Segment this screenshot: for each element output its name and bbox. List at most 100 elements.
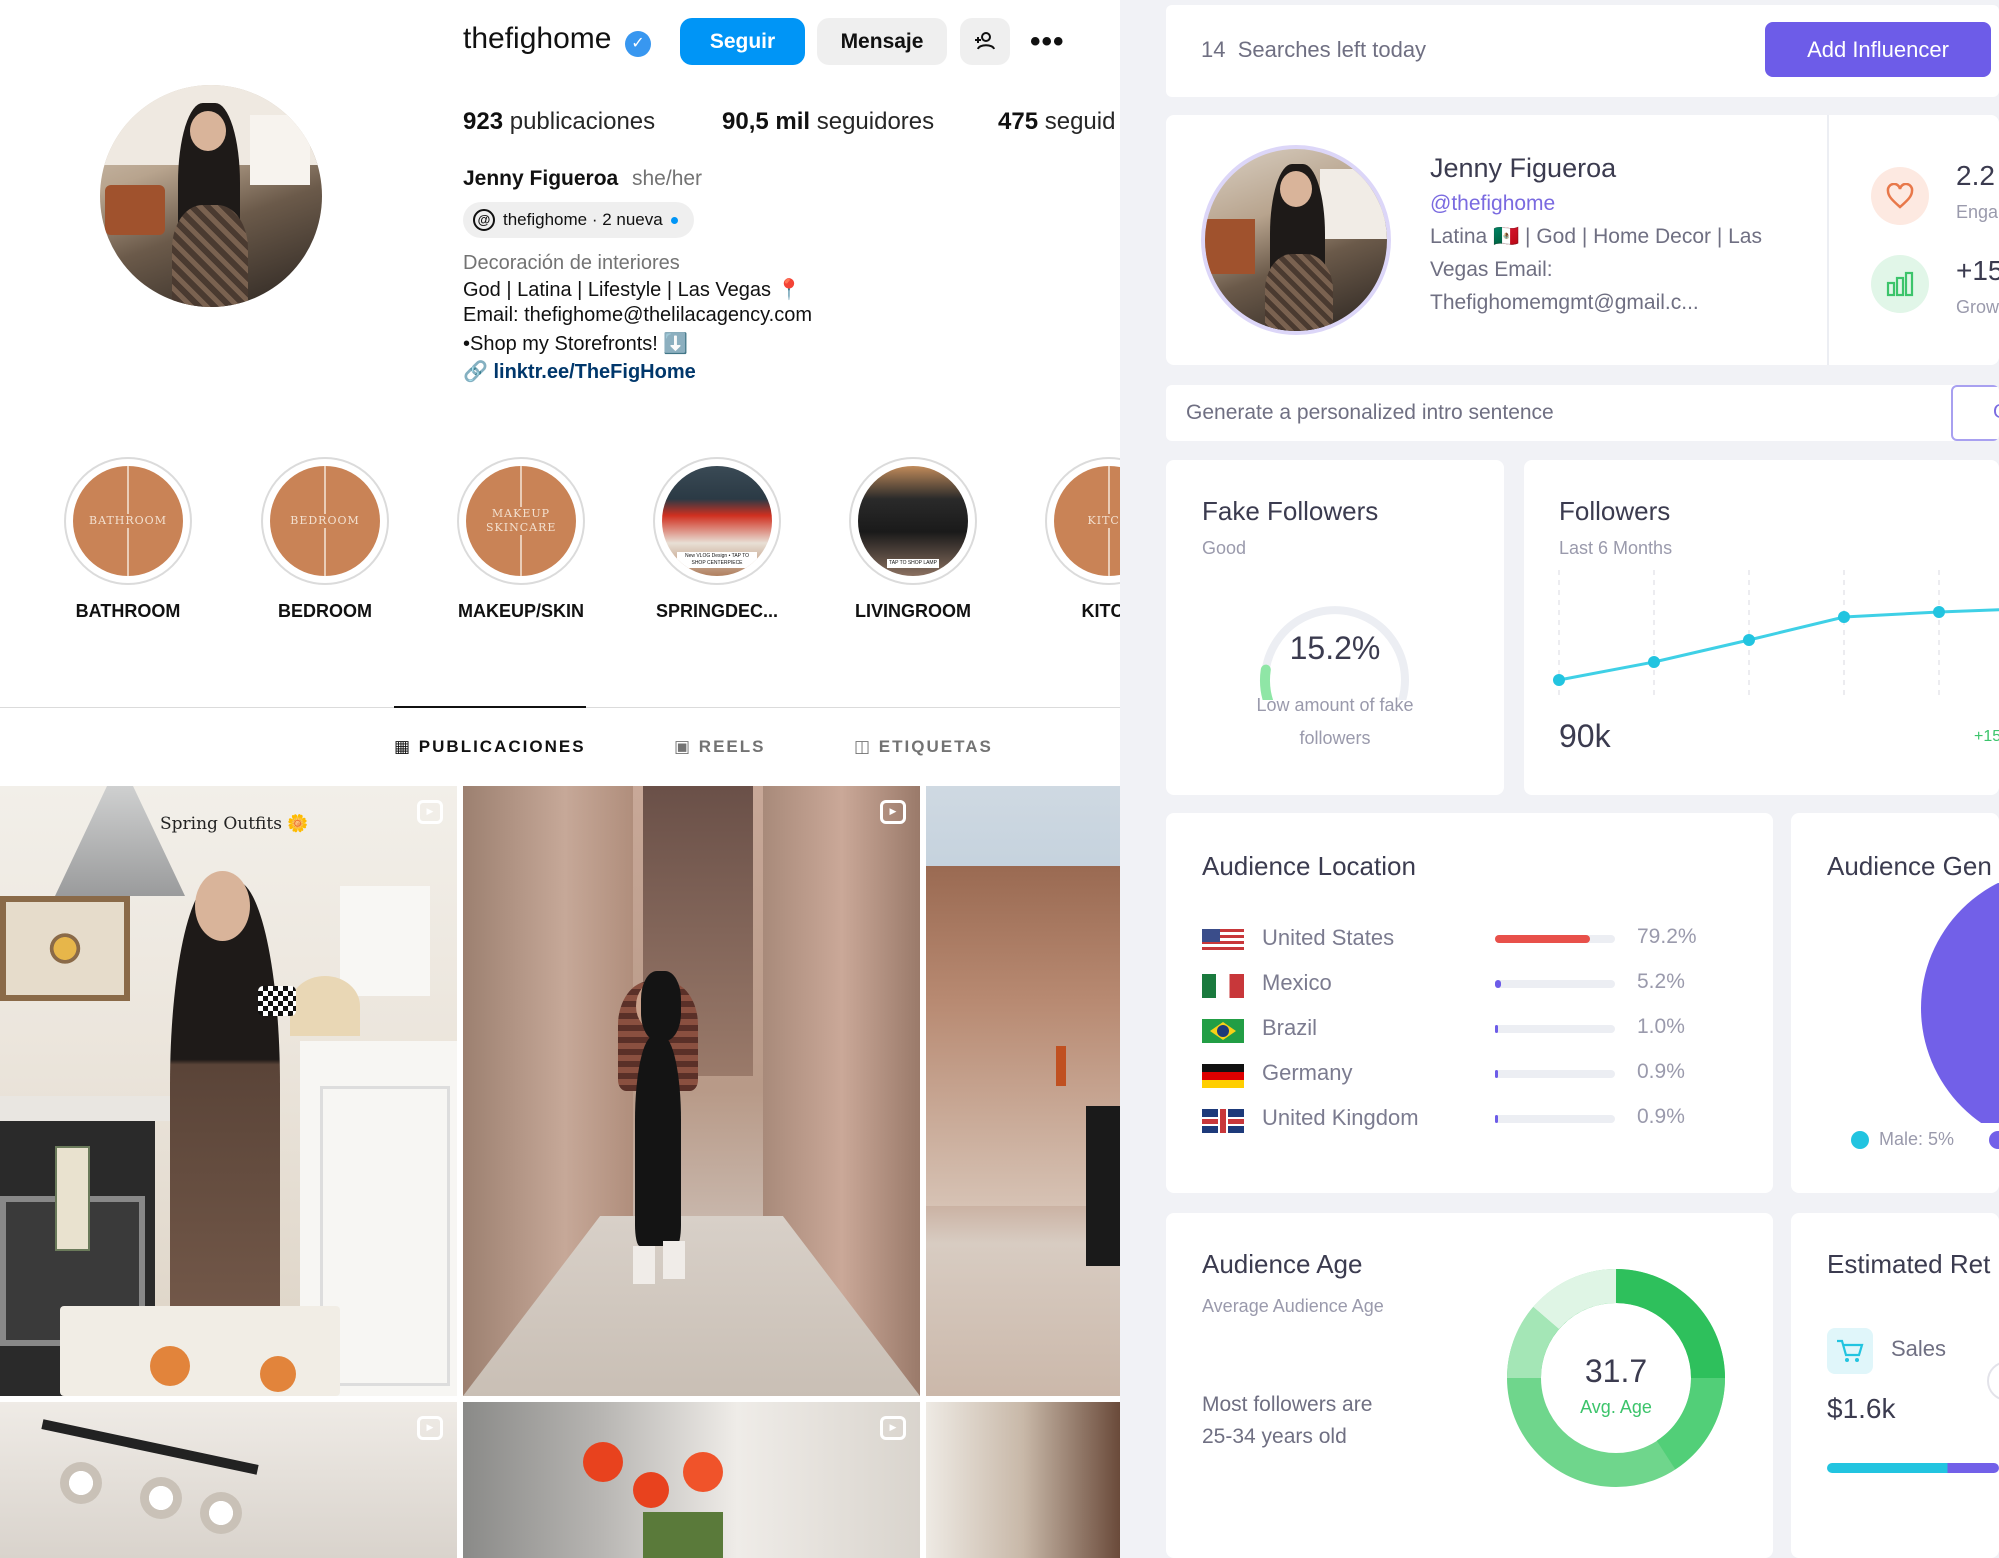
highlight-cover: MAKEUP SKINCARE (466, 466, 576, 576)
highlight-label: KITCH (1081, 601, 1121, 621)
sales-progress-bar (1827, 1463, 1999, 1473)
post-thumbnail[interactable]: ▶ (463, 1402, 920, 1558)
location-percent: 0.9% (1637, 1105, 1685, 1128)
pie-slice-female (1921, 883, 1999, 1123)
more-options-icon[interactable]: ••• (1030, 25, 1065, 59)
location-percent: 0.9% (1637, 1060, 1685, 1083)
location-country: United States (1262, 925, 1395, 950)
fake-followers-note: followers (1299, 728, 1371, 748)
followers-data-point[interactable] (1553, 674, 1565, 686)
highlight-label: BATHROOM (75, 601, 181, 621)
germany-flag-icon (1202, 1064, 1244, 1088)
followers-subtitle: Last 6 Months (1559, 538, 1673, 558)
add-influencer-button[interactable]: Add Influencer (1765, 22, 1991, 77)
intro-sentence-field[interactable]: Generate a personalized intro sentence G (1166, 385, 1999, 441)
highlight-cover-text: MAKEUP SKINCARE (486, 507, 557, 535)
fake-followers-value: 15.2% (1289, 630, 1381, 666)
searches-left-text: 14 Searches left today (1201, 37, 1427, 62)
post-caption-overlay: Spring Outfits 🌼 (160, 814, 309, 834)
sales-value: $1.6k (1827, 1393, 1896, 1424)
influencer-bio: Vegas Email: (1430, 258, 1553, 281)
tab-etiquetas[interactable]: ◫ ETIQUETAS (854, 737, 993, 757)
followers-data-point[interactable] (1648, 656, 1660, 668)
followers-card: Followers Last 6 Months 90k +15 (1524, 460, 1999, 795)
post-thumbnail[interactable]: Spring Outfits 🌼 ▶ (0, 786, 457, 1396)
legend-male: Male: 5% (1879, 1129, 1955, 1149)
location-percent: 1.0% (1637, 1015, 1685, 1038)
followers-series-line (1558, 608, 1999, 682)
highlight-label: BEDROOM (278, 601, 372, 621)
highlight-cover-text: KITCH (1087, 514, 1120, 528)
highlight-cover: KITCH (1054, 466, 1120, 576)
location-row: Germany 0.9% (1202, 1060, 1722, 1090)
heart-icon (1871, 167, 1929, 225)
bio-link[interactable]: 🔗 linktr.ee/TheFigHome (463, 359, 696, 384)
highlight-cover-text: BEDROOM (290, 514, 360, 528)
location-percent: 5.2% (1637, 970, 1685, 993)
highlight-bathroom[interactable]: BATHROOM BATHROOM (63, 457, 193, 622)
location-bar (1495, 935, 1615, 943)
tab-label: REELS (698, 737, 766, 756)
grid-icon: ▦ (394, 737, 413, 756)
post-thumbnail[interactable]: ▶ (463, 786, 920, 1396)
growth-label: Grow (1956, 297, 1999, 317)
profile-full-name: Jenny Figueroa (463, 167, 619, 190)
toggle-icon[interactable] (1987, 1361, 1999, 1401)
new-dot-icon (670, 216, 678, 224)
highlight-kitchen[interactable]: KITCH KITCH (1044, 457, 1120, 622)
location-country: Mexico (1262, 970, 1332, 995)
fake-followers-note: Low amount of fake (1256, 695, 1414, 715)
bio-line: •Shop my Storefronts! ⬇️ (463, 333, 689, 355)
reel-icon: ▶ (417, 800, 443, 824)
post-thumbnail[interactable]: ▶ (0, 1402, 457, 1558)
generate-button[interactable]: G (1951, 385, 1999, 441)
verified-badge-icon: ✓ (625, 31, 651, 57)
highlight-cover: New VLOG Design • TAP TO SHOP CENTERPIEC… (662, 466, 772, 576)
location-bar (1495, 1025, 1615, 1033)
growth-value: +15 (1956, 255, 1999, 286)
followers-line-chart (1553, 570, 1999, 695)
reel-icon: ▶ (880, 800, 906, 824)
highlight-bedroom[interactable]: BEDROOM BEDROOM (260, 457, 390, 622)
threads-badge[interactable]: @ thefighome · 2 nueva (463, 202, 694, 238)
audience-gender-card: Audience Gen Male: 5% (1791, 813, 1999, 1193)
followers-count[interactable]: 90,5 mil seguidores (722, 108, 934, 136)
highlight-livingroom[interactable]: TAP TO SHOP LAMP LIVINGROOM (848, 457, 978, 622)
audience-age-subtitle: Average Audience Age (1202, 1296, 1384, 1316)
tab-reels[interactable]: ▣ REELS (674, 737, 765, 757)
highlight-springdecor[interactable]: New VLOG Design • TAP TO SHOP CENTERPIEC… (652, 457, 782, 622)
tagged-icon: ◫ (854, 737, 873, 756)
add-user-icon[interactable] (960, 18, 1010, 65)
influencer-name: Jenny Figueroa (1430, 153, 1617, 183)
active-tab-indicator (394, 706, 586, 708)
post-thumbnail[interactable] (926, 1402, 1120, 1558)
location-bar-fill (1495, 980, 1502, 988)
followers-data-point[interactable] (1743, 634, 1755, 646)
profile-avatar[interactable] (100, 85, 322, 307)
post-thumbnail[interactable] (926, 786, 1120, 1396)
location-row: Mexico 5.2% (1202, 970, 1722, 1000)
follow-button[interactable]: Seguir (680, 18, 805, 65)
uk-flag-icon (1202, 1109, 1244, 1133)
highlight-makeup[interactable]: MAKEUP SKINCARE MAKEUP/SKIN (456, 457, 586, 622)
highlight-label: LIVINGROOM (855, 601, 971, 621)
location-bar (1495, 1115, 1615, 1123)
highlight-cover-text: TAP TO SHOP LAMP (887, 559, 939, 568)
mexico-flag-icon (1202, 974, 1244, 998)
audience-location-title: Audience Location (1202, 851, 1416, 881)
tab-publicaciones[interactable]: ▦ PUBLICACIONES (394, 737, 586, 757)
location-bar-fill (1495, 1070, 1498, 1078)
location-bar-fill (1495, 1025, 1498, 1033)
location-percent: 79.2% (1637, 925, 1697, 948)
following-count[interactable]: 475 seguid (998, 108, 1115, 136)
followers-data-point[interactable] (1838, 611, 1850, 623)
bio-link-text: linktr.ee/TheFigHome (493, 361, 696, 383)
influencer-profile-card: Jenny Figueroa @thefighome Latina 🇲🇽 | G… (1166, 115, 1999, 365)
estimated-revenue-card: Estimated Ret Sales $1.6k (1791, 1213, 1999, 1558)
location-bar (1495, 980, 1615, 988)
followers-data-point[interactable] (1933, 606, 1945, 618)
influencer-handle[interactable]: @thefighome (1430, 192, 1555, 216)
message-button[interactable]: Mensaje (817, 18, 947, 65)
bio-line: Email: thefighome@thelilacagency.com (463, 304, 812, 326)
followers-title: Followers (1559, 496, 1671, 526)
